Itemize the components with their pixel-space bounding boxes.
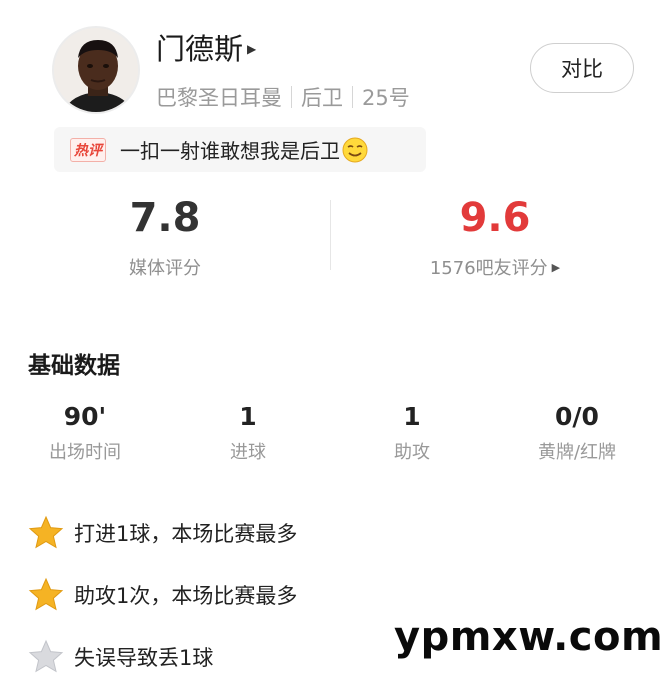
highlight-item: 助攻1次，本场比赛最多 xyxy=(28,577,297,613)
section-title: 基础数据 xyxy=(28,353,120,379)
player-name[interactable]: 门德斯 ▶ xyxy=(156,26,256,68)
fans-score[interactable]: 9.6 1576吧友评分 ▶ xyxy=(330,192,660,280)
fans-score-value[interactable]: 9.6 xyxy=(330,192,660,244)
watermark: ypmxw.com xyxy=(394,614,660,660)
highlight-item: 打进1球，本场比赛最多 xyxy=(28,515,297,551)
stat-value: 1 xyxy=(239,402,257,431)
divider xyxy=(352,86,353,108)
stat-value: 0/0 xyxy=(555,402,599,431)
smirk-emoji-icon xyxy=(342,137,368,162)
stat-minutes: 90' 出场时间 xyxy=(0,400,170,464)
highlight-item: 失误导致丢1球 xyxy=(28,639,213,675)
fans-score-label-text[interactable]: 1576吧友评分 xyxy=(430,254,548,280)
media-score: 7.8 媒体评分 xyxy=(0,192,330,280)
gold-star-icon xyxy=(28,577,64,611)
stat-assists: 1 助攻 xyxy=(327,400,497,464)
compare-button[interactable]: 对比 xyxy=(530,43,634,93)
stat-value: 90' xyxy=(63,402,107,431)
player-photo-icon xyxy=(54,28,138,112)
hot-comment-tag: 热评 xyxy=(70,137,106,162)
highlight-text: 失误导致丢1球 xyxy=(74,646,214,670)
media-score-label: 媒体评分 xyxy=(129,254,201,280)
player-club: 巴黎圣日耳曼 xyxy=(156,86,282,110)
caret-right-icon[interactable]: ▶ xyxy=(247,42,256,56)
media-score-value: 7.8 xyxy=(129,195,201,241)
stat-value: 1 xyxy=(403,402,421,431)
caret-right-icon[interactable]: ▶ xyxy=(552,261,560,274)
player-name-text[interactable]: 门德斯 xyxy=(156,26,243,68)
stat-goals: 1 进球 xyxy=(163,400,333,464)
hot-comment[interactable]: 热评 一扣一射谁敢想我是后卫 xyxy=(54,127,426,172)
highlight-text: 打进1球，本场比赛最多 xyxy=(74,522,298,546)
fans-score-label[interactable]: 1576吧友评分 ▶ xyxy=(430,254,560,280)
player-avatar xyxy=(52,26,140,114)
divider xyxy=(291,86,292,108)
gold-star-icon xyxy=(28,515,64,549)
stat-label: 黄牌/红牌 xyxy=(537,442,617,463)
stat-label: 助攻 xyxy=(394,442,430,463)
player-number: 25号 xyxy=(362,86,410,110)
media-score-label-text: 媒体评分 xyxy=(129,258,201,279)
stat-label: 进球 xyxy=(230,442,266,463)
player-position: 后卫 xyxy=(301,86,343,110)
stat-cards: 0/0 黄牌/红牌 xyxy=(492,400,660,464)
grey-star-icon xyxy=(28,639,64,673)
stat-label: 出场时间 xyxy=(49,442,121,463)
highlight-text: 助攻1次，本场比赛最多 xyxy=(74,584,298,608)
player-meta: 巴黎圣日耳曼 后卫 25号 xyxy=(156,82,410,112)
hot-comment-text: 一扣一射谁敢想我是后卫 xyxy=(120,139,340,163)
